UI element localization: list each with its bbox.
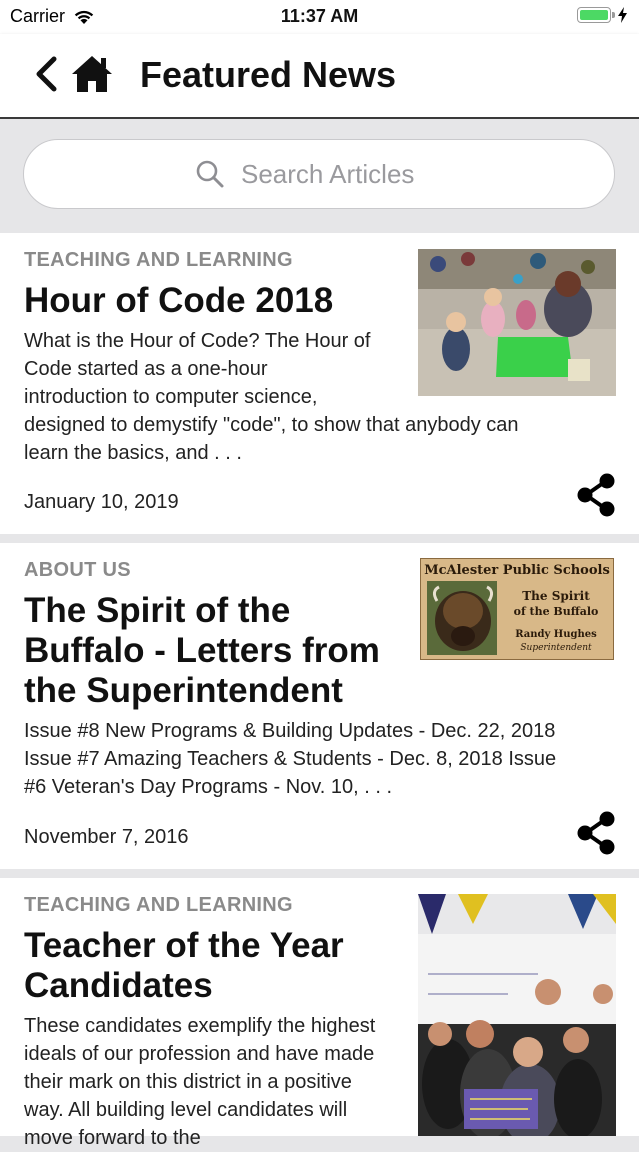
battery-icon	[577, 7, 627, 23]
article-thumbnail-kids-coding[interactable]	[418, 249, 616, 396]
summary-line: Issue #8 New Programs & Building Updates…	[24, 720, 556, 742]
article-summary: Issue #8 New Programs & Building Updates…	[24, 717, 556, 801]
article-title-line: Candidates	[24, 966, 213, 1005]
article-title[interactable]: The Spirit of the Buffalo - Letters from…	[24, 591, 380, 711]
article-title-line: Hour of Code 2018	[24, 281, 334, 320]
summary-line: learn the basics, and . . .	[24, 442, 242, 464]
status-bar: Carrier 11:37 AM	[0, 0, 639, 34]
navigation-bar: Featured News	[0, 34, 639, 119]
candidates-photo-illustration	[418, 894, 616, 1136]
summary-line: ideals of our profession and have made	[24, 1043, 375, 1065]
summary-line: designed to demystify "code", to show th…	[24, 414, 519, 436]
article-title[interactable]: Hour of Code 2018	[24, 281, 333, 321]
article-title-line: The Spirit of the	[24, 591, 291, 630]
search-bar[interactable]	[23, 139, 615, 209]
thumbnail-heading-line: of the Buffalo	[513, 605, 599, 618]
article-category: TEACHING AND LEARNING	[24, 894, 293, 916]
thumbnail-school-name: McAlester Public Schools	[424, 563, 610, 578]
home-icon[interactable]	[70, 54, 114, 94]
article-thumbnail-spirit-of-buffalo[interactable]: McAlester Public Schools The Spirit of t…	[420, 558, 614, 660]
buffalo-image	[427, 581, 497, 655]
article-date: November 7, 2016	[24, 826, 189, 848]
summary-line: way. All building level candidates will	[24, 1099, 348, 1121]
article-date: January 10, 2019	[24, 491, 179, 513]
article-thumbnail-teacher-candidates[interactable]	[418, 894, 616, 1136]
summary-line: Issue #7 Amazing Teachers & Students - D…	[24, 748, 557, 770]
summary-line: #6 Veteran's Day Programs - Nov. 10, . .…	[24, 776, 393, 798]
article-title[interactable]: Teacher of the Year Candidates	[24, 926, 344, 1006]
search-icon	[196, 160, 224, 188]
clock: 11:37 AM	[280, 6, 359, 26]
thumbnail-name: Randy Hughes	[515, 629, 597, 640]
share-icon[interactable]	[576, 473, 616, 517]
charging-bolt-icon	[618, 7, 627, 23]
article-card[interactable]: TEACHING AND LEARNING Hour of Code 2018 …	[0, 233, 639, 534]
thumbnail-heading-line: The Spirit	[522, 589, 590, 603]
coding-photo-illustration	[418, 249, 616, 396]
article-summary: These candidates exemplify the highest i…	[24, 1012, 375, 1152]
page-title: Featured News	[140, 54, 397, 95]
search-area	[0, 119, 639, 233]
thumbnail-role: Superintendent	[520, 643, 592, 653]
article-title-line: Teacher of the Year	[24, 926, 344, 965]
summary-line: move forward to the	[24, 1127, 201, 1149]
article-card[interactable]: TEACHING AND LEARNING Teacher of the Yea…	[0, 878, 639, 1149]
article-card[interactable]: ABOUT US The Spirit of the Buffalo - Let…	[0, 543, 639, 869]
share-icon[interactable]	[576, 811, 616, 855]
summary-line: their mark on this district in a positiv…	[24, 1071, 352, 1093]
article-category: ABOUT US	[24, 559, 131, 581]
back-chevron-icon[interactable]	[32, 56, 60, 92]
article-title-line: Buffalo - Letters from	[24, 631, 380, 670]
search-input[interactable]	[239, 157, 443, 191]
article-title-line: the Superintendent	[24, 671, 343, 710]
summary-line: These candidates exemplify the highest	[24, 1015, 376, 1037]
article-category: TEACHING AND LEARNING	[24, 249, 293, 271]
